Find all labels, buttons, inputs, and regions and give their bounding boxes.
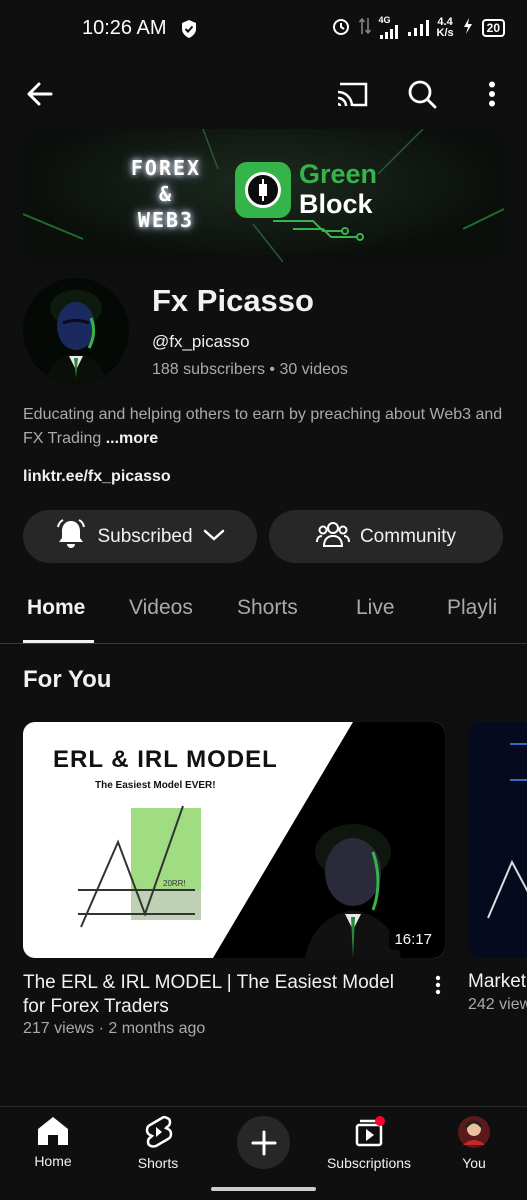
nav-you[interactable]: You: [452, 1115, 496, 1171]
bell-icon: [55, 518, 87, 556]
cast-icon[interactable]: [330, 72, 374, 116]
video-title-2[interactable]: Market: [468, 971, 526, 993]
data-arrows-icon: [358, 16, 371, 39]
status-time: 10:26 AM: [82, 17, 167, 39]
description-more-link[interactable]: ...more: [106, 430, 158, 447]
shield-icon: [180, 19, 198, 44]
status-bar: 10:26 AM 4G 4.4 K/s 20: [0, 0, 527, 60]
network-label: 4G: [378, 15, 391, 25]
tab-videos[interactable]: Videos: [129, 596, 193, 620]
banner-line-3: WEB3: [137, 208, 195, 232]
nav-subscriptions[interactable]: Subscriptions: [322, 1115, 416, 1171]
speed-unit: K/s: [436, 26, 454, 39]
user-avatar: [458, 1116, 490, 1148]
video-thumbnail[interactable]: ERL & IRL MODEL The Easiest Model EVER! …: [23, 722, 445, 958]
thumbnail-badge: 20RR!: [163, 879, 186, 888]
channel-description[interactable]: Educating and helping others to earn by …: [23, 403, 503, 451]
candlestick-icon: [259, 179, 267, 201]
tab-playlists[interactable]: Playli: [447, 596, 497, 620]
subscribed-button[interactable]: Subscribed: [23, 510, 257, 563]
thumbnail-2-illustration: [487, 743, 527, 919]
tab-shorts[interactable]: Shorts: [237, 596, 298, 620]
tab-home[interactable]: Home: [27, 596, 85, 620]
alarm-icon: [331, 16, 351, 39]
video-more-vert-icon[interactable]: [428, 973, 448, 997]
video-meta: 217 views · 2 months ago: [23, 1020, 206, 1037]
more-vert-icon[interactable]: [470, 72, 514, 116]
nav-home[interactable]: Home: [28, 1115, 78, 1169]
banner-brand-line2: Block: [299, 189, 373, 219]
community-button[interactable]: Community: [269, 510, 503, 563]
create-button[interactable]: [237, 1116, 290, 1169]
banner-brand-line1: Green: [299, 159, 378, 189]
section-title: For You: [23, 666, 112, 693]
channel-tabs: Home Videos Shorts Live Playli: [0, 586, 527, 644]
channel-handle: @fx_picasso: [152, 332, 250, 351]
search-icon[interactable]: [400, 72, 444, 116]
subscriptions-icon: [355, 1116, 385, 1147]
channel-external-link[interactable]: linktr.ee/fx_picasso: [23, 468, 171, 486]
status-indicators: 4G 4.4 K/s 20: [331, 16, 505, 39]
charging-icon: [462, 17, 474, 38]
channel-description-text: Educating and helping others to earn by …: [23, 406, 503, 447]
signal-icon-2: [407, 19, 429, 36]
people-icon: [315, 520, 350, 554]
banner-line-2: &: [158, 182, 174, 206]
channel-name: Fx Picasso: [152, 283, 314, 318]
top-app-bar: [0, 70, 527, 118]
nav-you-label: You: [462, 1155, 486, 1171]
home-indicator: [211, 1187, 316, 1191]
nav-shorts-label: Shorts: [137, 1155, 179, 1171]
subscribed-label: Subscribed: [97, 525, 193, 547]
home-icon: [38, 1117, 68, 1145]
chevron-down-icon: [203, 526, 225, 548]
plus-icon: [251, 1130, 276, 1155]
thumbnail-chart-illustration: 20RR!: [78, 805, 401, 958]
video-title[interactable]: The ERL & IRL MODEL | The Easiest Model …: [23, 971, 419, 1019]
active-tab-indicator: [23, 640, 94, 643]
community-label: Community: [359, 525, 457, 547]
bottom-navigation: Home Shorts Subscriptions You: [0, 1106, 527, 1200]
nav-subscriptions-label: Subscriptions: [326, 1155, 412, 1171]
banner-forex-text: FOREX & WEB3: [111, 155, 221, 233]
channel-stats: 188 subscribers • 30 videos: [152, 361, 348, 378]
speed-value: 4.4: [437, 15, 453, 28]
video-thumbnail-2[interactable]: [468, 722, 527, 958]
video-meta-2: 242 view: [468, 996, 527, 1013]
green-block-logo: [235, 162, 291, 218]
back-arrow-icon[interactable]: [18, 72, 62, 116]
signal-icon: [379, 25, 398, 39]
nav-shorts[interactable]: Shorts: [132, 1115, 184, 1171]
channel-avatar[interactable]: [23, 278, 129, 384]
shorts-icon: [145, 1116, 173, 1148]
battery-level: 20: [481, 18, 505, 37]
tab-live[interactable]: Live: [356, 596, 395, 620]
nav-home-label: Home: [34, 1153, 72, 1169]
channel-banner: FOREX & WEB3 Green Block: [23, 129, 504, 262]
banner-line-1: FOREX: [130, 156, 202, 180]
video-duration: 16:17: [389, 929, 437, 950]
